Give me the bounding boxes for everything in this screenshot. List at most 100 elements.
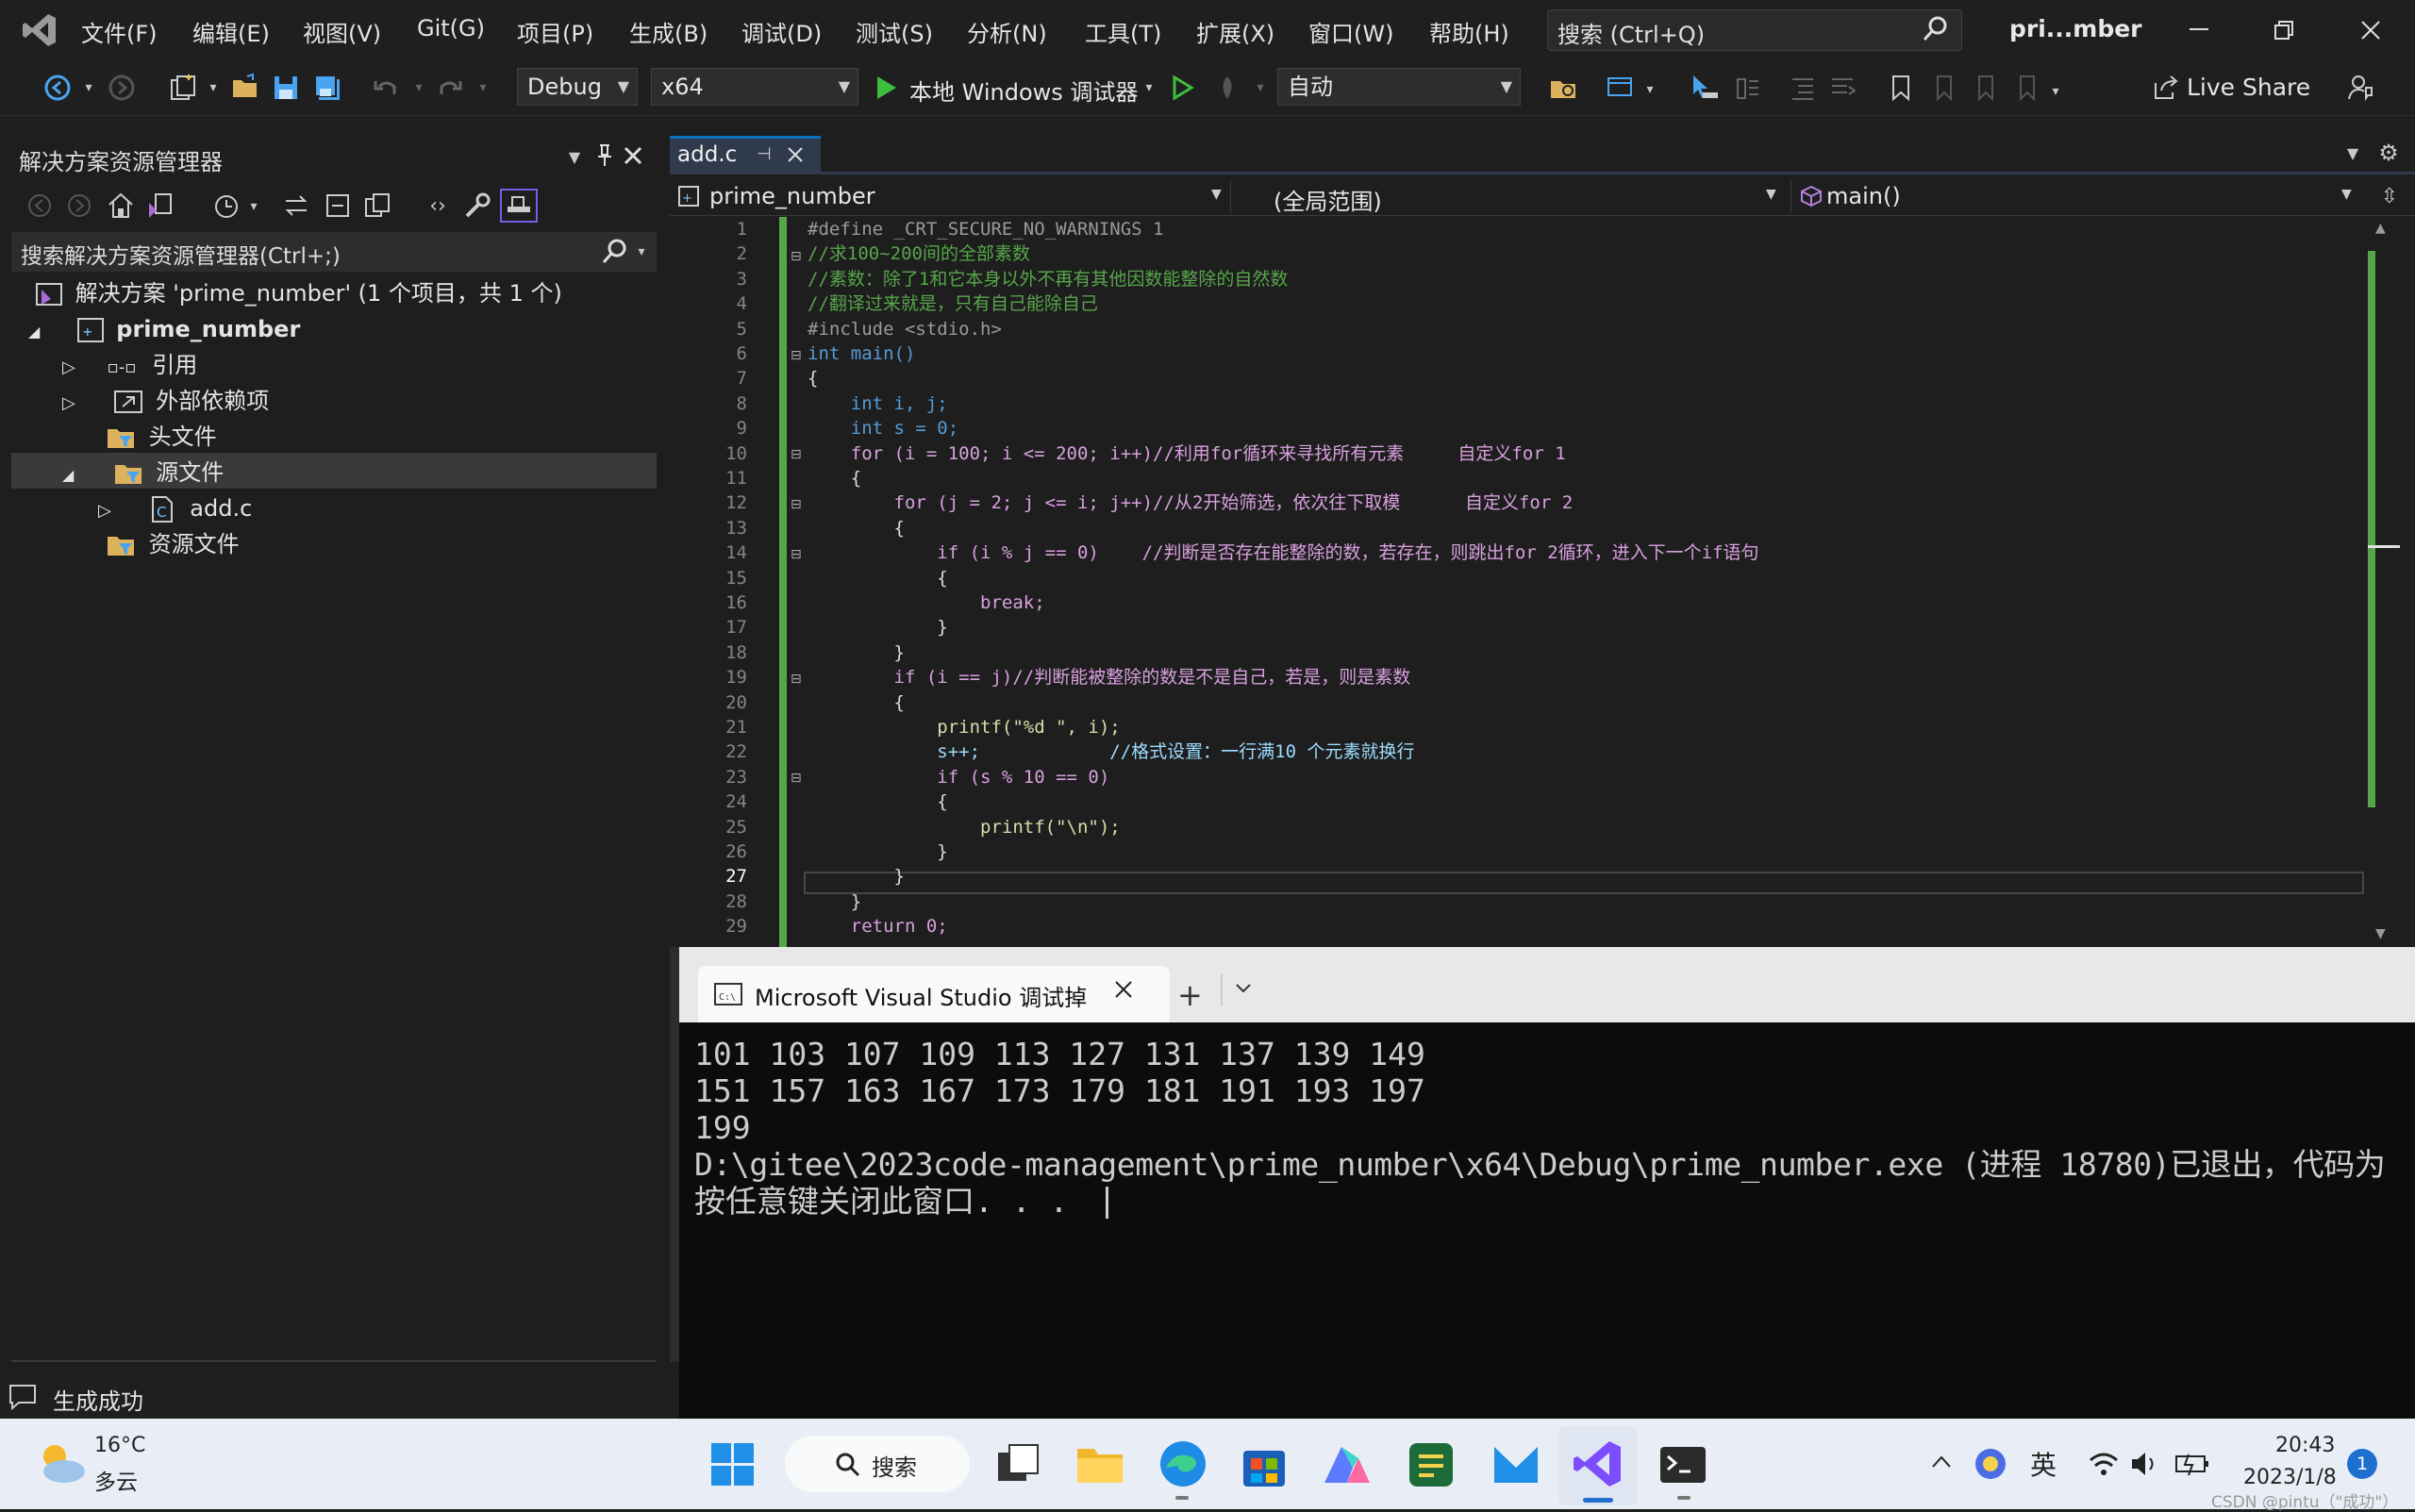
format-icon[interactable] — [1732, 72, 1764, 104]
new-tab-icon[interactable]: + — [1177, 977, 1203, 1013]
menu-git[interactable]: Git(G) — [417, 15, 485, 42]
terminal-app-icon[interactable] — [1657, 1439, 1709, 1490]
ime-indicator[interactable]: 英 — [2030, 1445, 2057, 1483]
feedback-icon[interactable] — [2343, 72, 2377, 104]
undo-icon[interactable] — [370, 72, 402, 104]
hot-reload-icon[interactable] — [1213, 74, 1241, 102]
close-window-button[interactable] — [2347, 9, 2394, 51]
console-output[interactable]: 101 103 107 109 113 127 131 137 139 149 … — [679, 1022, 2415, 1419]
chevron-down-icon[interactable]: ▼ — [562, 143, 587, 170]
windows-start-icon[interactable] — [709, 1441, 757, 1488]
tab-add-c[interactable]: add.c ⊣ — [670, 136, 821, 172]
restore-button[interactable] — [2260, 9, 2307, 51]
chevron-down-icon[interactable]: ▾ — [1251, 74, 1270, 102]
pin-icon[interactable] — [591, 141, 619, 170]
function-scope-dropdown[interactable]: main() ▼ — [1794, 179, 2360, 213]
save-all-icon[interactable] — [311, 72, 343, 104]
close-tab-icon[interactable] — [785, 144, 808, 167]
gear-icon[interactable]: ⚙ — [2373, 138, 2404, 168]
code-area[interactable]: 1 2 3 4 5 6 7 8 9 10 11 12 13 14 15 16 1… — [0, 217, 2368, 948]
navigate-forward-icon[interactable] — [106, 72, 138, 104]
taskbar-vs-active[interactable] — [1558, 1426, 1638, 1505]
menu-analyze[interactable]: 分析(N) — [967, 15, 1047, 48]
platform-dropdown[interactable]: x64 ▼ — [651, 68, 858, 106]
browser-link-icon[interactable] — [1604, 72, 1638, 104]
chevron-down-icon[interactable]: ▾ — [409, 74, 428, 102]
search-box[interactable]: 搜索 (Ctrl+Q) — [1547, 9, 1962, 51]
config-dropdown[interactable]: Debug ▼ — [517, 68, 638, 106]
weather-icon[interactable] — [32, 1437, 89, 1490]
output-icon[interactable] — [8, 1383, 40, 1411]
split-editor-icon[interactable]: ⇳ — [2375, 181, 2404, 211]
prev-bookmark-icon[interactable] — [1928, 72, 1960, 104]
fold-minus-icon[interactable]: ⊟ — [791, 497, 802, 512]
vertical-scrollbar[interactable]: ▲ ▼ — [2366, 217, 2400, 948]
wifi-icon[interactable] — [2087, 1447, 2121, 1481]
bookmark-icon[interactable] — [1885, 72, 1917, 104]
battery-icon[interactable] — [2174, 1447, 2211, 1481]
fold-minus-icon[interactable]: ⊟ — [791, 672, 802, 687]
open-folder-icon[interactable] — [228, 72, 262, 104]
chevron-down-icon[interactable]: ▾ — [204, 74, 223, 102]
taskbar-search[interactable]: 搜索 — [785, 1436, 970, 1492]
scroll-down-icon[interactable]: ▼ — [2375, 926, 2386, 941]
chevron-down-icon[interactable]: ▾ — [79, 74, 98, 102]
chevron-down-icon[interactable]: ▾ — [1641, 75, 1658, 104]
app-icon[interactable] — [1321, 1439, 1374, 1490]
store-icon[interactable] — [1240, 1439, 1289, 1490]
app-icon[interactable] — [1406, 1439, 1457, 1490]
notification-badge[interactable]: 1 — [2347, 1449, 2377, 1479]
app-tray-icon[interactable] — [1972, 1445, 2009, 1483]
outdent-icon[interactable] — [1787, 72, 1819, 104]
clear-bookmarks-icon[interactable] — [2011, 72, 2043, 104]
start-debugger-button[interactable]: 本地 Windows 调试器 — [909, 74, 1138, 107]
file-explorer-icon[interactable] — [1074, 1439, 1126, 1490]
scroll-up-icon[interactable]: ▲ — [2375, 221, 2386, 236]
minimize-button[interactable] — [2175, 9, 2223, 51]
menu-debug[interactable]: 调试(D) — [741, 15, 822, 48]
save-icon[interactable] — [270, 72, 302, 104]
chevron-down-icon[interactable]: ▼ — [2341, 140, 2364, 166]
menu-edit[interactable]: 编辑(E) — [192, 15, 270, 48]
redo-icon[interactable] — [434, 72, 466, 104]
next-bookmark-icon[interactable] — [1970, 72, 2002, 104]
fold-minus-icon[interactable]: ⊟ — [791, 447, 802, 462]
indent-icon[interactable] — [1826, 72, 1858, 104]
toolbar-overflow-icon[interactable]: ▾ — [2047, 77, 2064, 106]
global-scope-dropdown[interactable]: (全局范围) ▼ — [1234, 179, 1791, 215]
chevron-down-icon[interactable] — [1234, 981, 1257, 1000]
live-share-button[interactable]: Live Share — [2187, 74, 2310, 101]
menu-project[interactable]: 项目(P) — [517, 15, 593, 48]
play-icon[interactable] — [874, 74, 902, 102]
auto-dropdown[interactable]: 自动 ▼ — [1277, 68, 1521, 106]
fold-minus-icon[interactable]: ⊟ — [791, 771, 802, 786]
new-project-icon[interactable] — [166, 72, 200, 104]
close-icon[interactable] — [619, 141, 647, 170]
start-without-debugging-icon[interactable] — [1170, 74, 1198, 102]
chevron-up-icon[interactable] — [1930, 1453, 1955, 1473]
menu-test[interactable]: 测试(S) — [856, 15, 933, 48]
close-icon[interactable] — [1113, 979, 1141, 1007]
menu-tools[interactable]: 工具(T) — [1085, 15, 1161, 48]
console-tab[interactable]: C:\ Microsoft Visual Studio 调试掉 — [698, 966, 1170, 1022]
edge-browser-icon[interactable] — [1157, 1437, 1209, 1490]
live-share-icon[interactable] — [2151, 74, 2181, 102]
chevron-down-icon[interactable]: ▾ — [474, 74, 492, 102]
chevron-down-icon[interactable]: ▾ — [1140, 74, 1158, 102]
fold-minus-icon[interactable]: ⊟ — [791, 249, 802, 264]
select-element-icon[interactable] — [1689, 72, 1721, 104]
menu-help[interactable]: 帮助(H) — [1429, 15, 1509, 48]
menu-file[interactable]: 文件(F) — [81, 15, 158, 48]
project-scope-dropdown[interactable]: + prime_number ▼ — [670, 179, 1231, 213]
menu-window[interactable]: 窗口(W) — [1308, 15, 1393, 48]
volume-icon[interactable] — [2128, 1447, 2162, 1481]
clock-time[interactable]: 20:43 — [2275, 1434, 2335, 1457]
menu-view[interactable]: 视图(V) — [303, 15, 381, 48]
fold-minus-icon[interactable]: ⊟ — [791, 547, 802, 562]
mail-icon[interactable] — [1491, 1439, 1541, 1490]
fold-minus-icon[interactable]: ⊟ — [791, 348, 802, 363]
folder-search-icon[interactable] — [1547, 72, 1581, 104]
navigate-back-icon[interactable] — [42, 72, 74, 104]
clock-date[interactable]: 2023/1/8 — [2243, 1466, 2337, 1489]
menu-extensions[interactable]: 扩展(X) — [1196, 15, 1274, 48]
